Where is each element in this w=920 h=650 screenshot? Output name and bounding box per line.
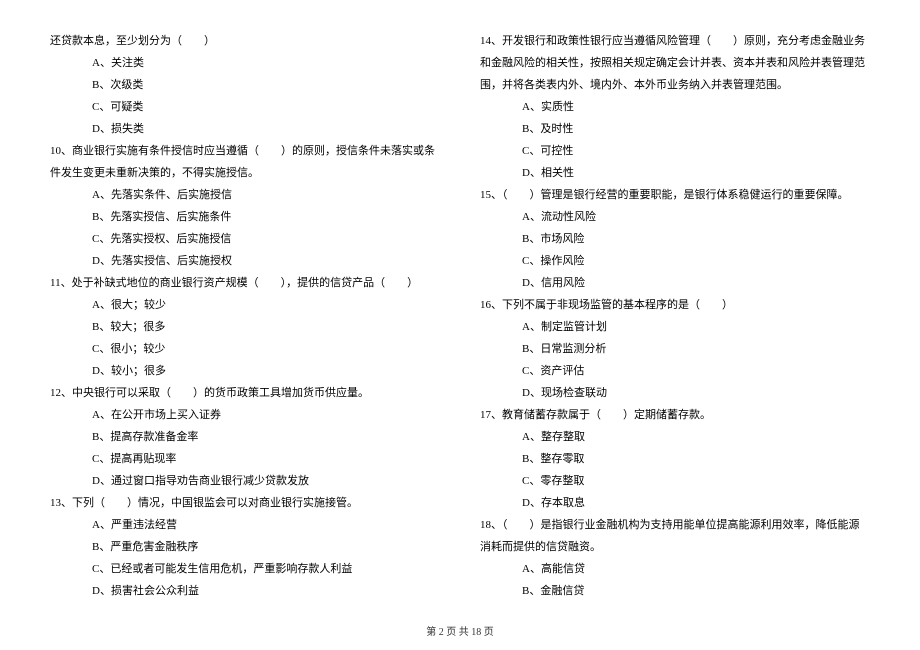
q15-opt-c: C、操作风险 bbox=[480, 250, 870, 272]
q12-opt-a: A、在公开市场上买入证券 bbox=[50, 404, 440, 426]
q13-opt-c: C、已经或者可能发生信用危机，严重影响存款人利益 bbox=[50, 558, 440, 580]
q13-opt-a: A、严重违法经营 bbox=[50, 514, 440, 536]
q16-opt-c: C、资产评估 bbox=[480, 360, 870, 382]
q16-opt-d: D、现场检查联动 bbox=[480, 382, 870, 404]
q16-opt-a: A、制定监管计划 bbox=[480, 316, 870, 338]
q15-opt-b: B、市场风险 bbox=[480, 228, 870, 250]
q13-opt-d: D、损害社会公众利益 bbox=[50, 580, 440, 602]
q16-text: 16、下列不属于非现场监管的基本程序的是（ ） bbox=[480, 294, 870, 316]
q15-opt-a: A、流动性风险 bbox=[480, 206, 870, 228]
q14-opt-d: D、相关性 bbox=[480, 162, 870, 184]
right-column: 14、开发银行和政策性银行应当遵循风险管理（ ）原则，充分考虑金融业务和金融风险… bbox=[480, 30, 870, 600]
q10-opt-c: C、先落实授权、后实施授信 bbox=[50, 228, 440, 250]
q9-opt-a: A、关注类 bbox=[50, 52, 440, 74]
q14-opt-c: C、可控性 bbox=[480, 140, 870, 162]
q9-continuation: 还贷款本息，至少划分为（ ） bbox=[50, 30, 440, 52]
q18-text: 18、（ ）是指银行业金融机构为支持用能单位提高能源利用效率，降低能源消耗而提供… bbox=[480, 514, 870, 558]
q15-opt-d: D、信用风险 bbox=[480, 272, 870, 294]
left-column: 还贷款本息，至少划分为（ ） A、关注类 B、次级类 C、可疑类 D、损失类 1… bbox=[50, 30, 440, 600]
q12-opt-b: B、提高存款准备金率 bbox=[50, 426, 440, 448]
q11-text: 11、处于补缺式地位的商业银行资产规模（ ），提供的信贷产品（ ） bbox=[50, 272, 440, 294]
q18-opt-b: B、金融信贷 bbox=[480, 580, 870, 602]
q11-opt-d: D、较小；很多 bbox=[50, 360, 440, 382]
q17-opt-b: B、整存零取 bbox=[480, 448, 870, 470]
q10-opt-a: A、先落实条件、后实施授信 bbox=[50, 184, 440, 206]
q17-opt-d: D、存本取息 bbox=[480, 492, 870, 514]
q10-text: 10、商业银行实施有条件授信时应当遵循（ ）的原则，授信条件未落实或条件发生变更… bbox=[50, 140, 440, 184]
q12-text: 12、中央银行可以采取（ ）的货币政策工具增加货币供应量。 bbox=[50, 382, 440, 404]
q16-opt-b: B、日常监测分析 bbox=[480, 338, 870, 360]
q10-opt-d: D、先落实授信、后实施授权 bbox=[50, 250, 440, 272]
q9-opt-c: C、可疑类 bbox=[50, 96, 440, 118]
q11-opt-a: A、很大；较少 bbox=[50, 294, 440, 316]
q9-opt-d: D、损失类 bbox=[50, 118, 440, 140]
q17-opt-a: A、整存整取 bbox=[480, 426, 870, 448]
q11-opt-c: C、很小；较少 bbox=[50, 338, 440, 360]
q15-text: 15、（ ）管理是银行经营的重要职能，是银行体系稳健运行的重要保障。 bbox=[480, 184, 870, 206]
q13-opt-b: B、严重危害金融秩序 bbox=[50, 536, 440, 558]
q18-opt-a: A、高能信贷 bbox=[480, 558, 870, 580]
q13-text: 13、下列（ ）情况，中国银监会可以对商业银行实施接管。 bbox=[50, 492, 440, 514]
q14-opt-b: B、及时性 bbox=[480, 118, 870, 140]
q17-opt-c: C、零存整取 bbox=[480, 470, 870, 492]
q12-opt-c: C、提高再贴现率 bbox=[50, 448, 440, 470]
q12-opt-d: D、通过窗口指导劝告商业银行减少贷款发放 bbox=[50, 470, 440, 492]
q17-text: 17、教育储蓄存款属于（ ）定期储蓄存款。 bbox=[480, 404, 870, 426]
q14-opt-a: A、实质性 bbox=[480, 96, 870, 118]
q9-opt-b: B、次级类 bbox=[50, 74, 440, 96]
page-footer: 第 2 页 共 18 页 bbox=[0, 623, 920, 638]
q11-opt-b: B、较大；很多 bbox=[50, 316, 440, 338]
q10-opt-b: B、先落实授信、后实施条件 bbox=[50, 206, 440, 228]
q14-text: 14、开发银行和政策性银行应当遵循风险管理（ ）原则，充分考虑金融业务和金融风险… bbox=[480, 30, 870, 96]
